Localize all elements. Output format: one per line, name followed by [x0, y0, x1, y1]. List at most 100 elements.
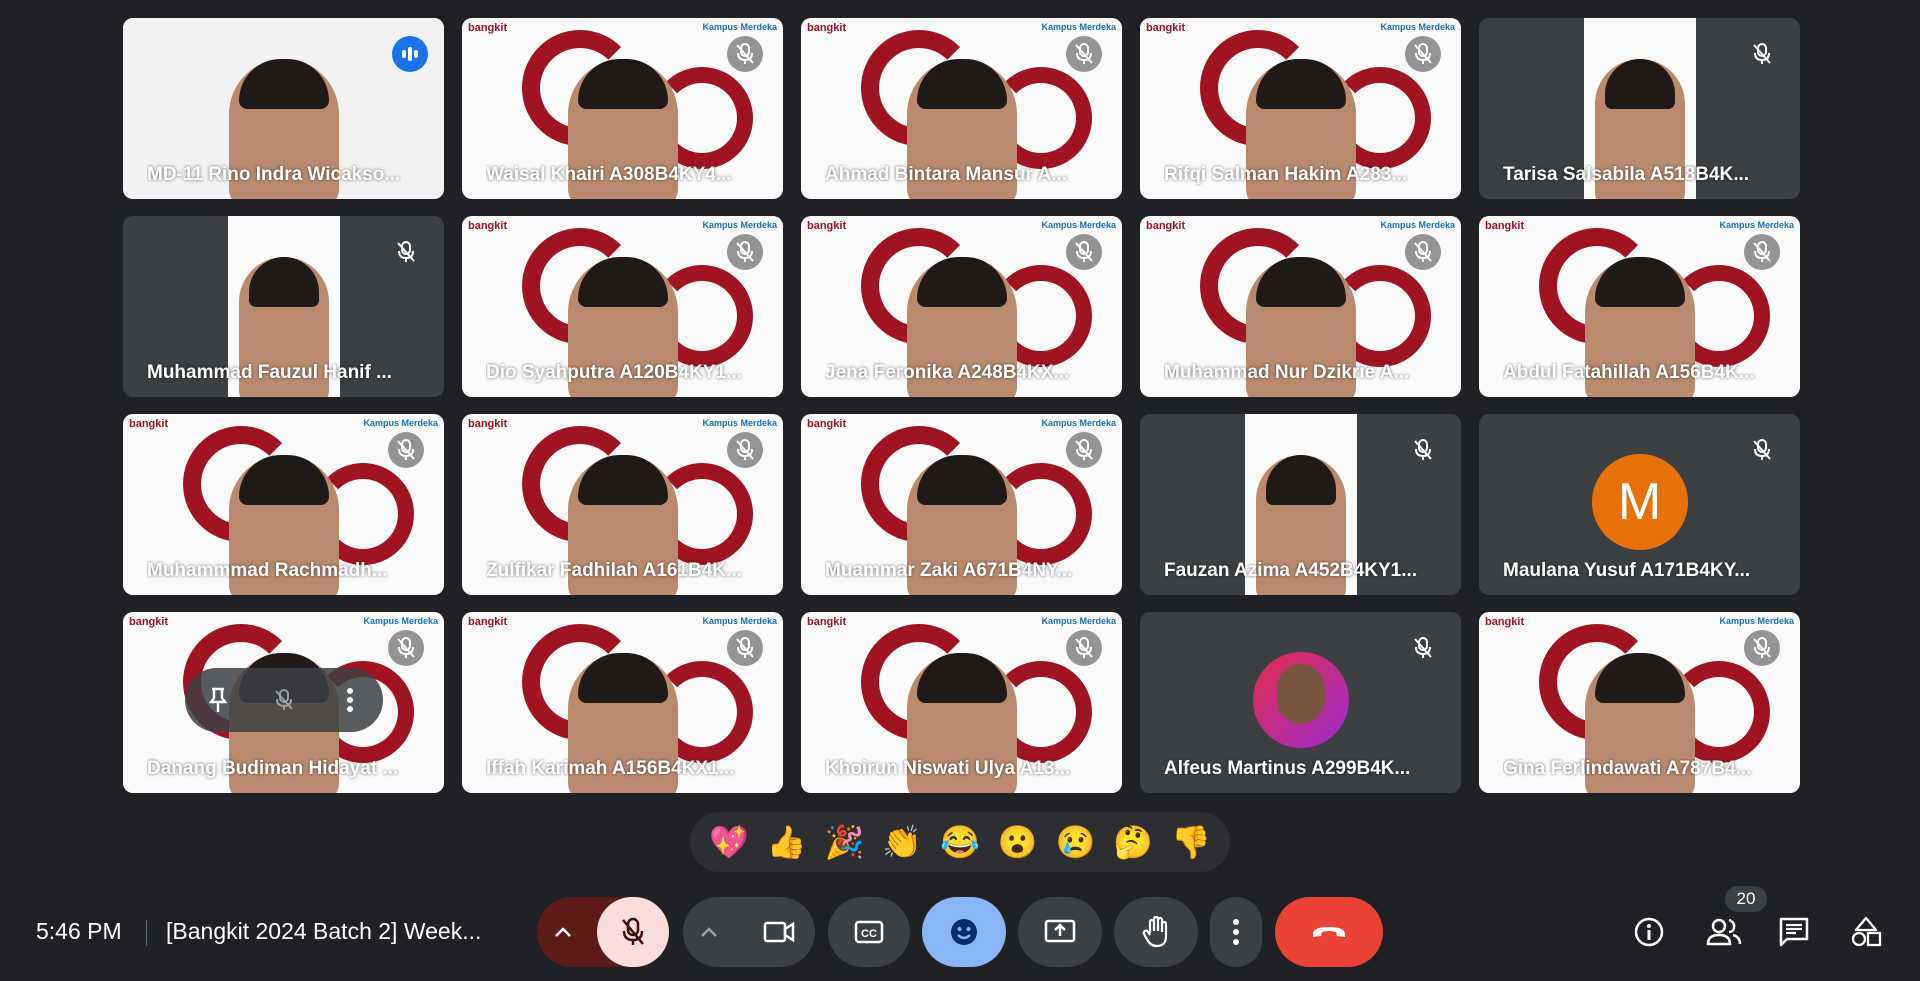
chat-button[interactable]: [1774, 912, 1814, 952]
mic-off-icon: [1405, 432, 1441, 468]
participant-tile[interactable]: bangkit Kampus Merdeka Danang Budiman Hida…: [123, 612, 444, 793]
kampus-merdeka-logo: Kampus Merdeka: [1380, 220, 1455, 230]
mute-participant-icon[interactable]: [264, 680, 304, 720]
mic-off-icon: [388, 630, 424, 666]
participant-tile[interactable]: Muhammad Fauzul Hanif ...: [123, 216, 444, 397]
avatar: [1252, 652, 1349, 748]
participant-name: Muammar Zaki A671B4NY...: [825, 560, 1073, 581]
bangkit-logo: bangkit: [807, 418, 847, 430]
participant-tile[interactable]: bangkit Kampus Merdeka Ahmad Bintara Mansu…: [801, 18, 1122, 199]
bangkit-logo: bangkit: [129, 418, 169, 430]
kampus-merdeka-logo: Kampus Merdeka: [1380, 22, 1455, 32]
bangkit-logo: bangkit: [1485, 616, 1525, 628]
reaction-emoji[interactable]: 👏: [877, 823, 927, 861]
tile-hover-controls: [185, 668, 383, 732]
participant-name: Fauzan Azima A452B4KY1...: [1164, 560, 1418, 581]
participant-tile[interactable]: Fauzan Azima A452B4KY1...: [1140, 414, 1461, 595]
participant-tile[interactable]: bangkit Kampus Merdeka Jena Feronika A248B…: [801, 216, 1122, 397]
reaction-emoji[interactable]: 😂: [935, 823, 985, 861]
bangkit-logo: bangkit: [468, 220, 508, 232]
reactions-button[interactable]: [922, 897, 1006, 967]
mic-off-icon: [388, 234, 424, 270]
activities-button[interactable]: [1846, 912, 1886, 952]
kampus-merdeka-logo: Kampus Merdeka: [702, 418, 777, 428]
divider: [146, 920, 147, 946]
kampus-merdeka-logo: Kampus Merdeka: [1719, 616, 1794, 626]
participant-name: Alfeus Martinus A299B4K...: [1164, 758, 1411, 779]
participant-name: Jena Feronika A248B4KX...: [825, 362, 1070, 383]
reaction-emoji[interactable]: 👍: [762, 823, 812, 861]
mic-off-icon: [1405, 630, 1441, 666]
mic-off-icon: [727, 36, 763, 72]
participant-name: Rifqi Salman Hakim A283...: [1164, 164, 1408, 185]
participant-tile[interactable]: bangkit Kampus Merdeka Muammar Zaki A671B4…: [801, 414, 1122, 595]
bangkit-logo: bangkit: [129, 616, 169, 628]
mic-off-icon: [1405, 234, 1441, 270]
reaction-emoji[interactable]: 🎉: [819, 823, 869, 861]
meeting-title[interactable]: [Bangkit 2024 Batch 2] Week...: [166, 918, 481, 945]
bangkit-logo: bangkit: [1146, 22, 1186, 34]
participant-tile[interactable]: bangkit Kampus Merdeka Zulfikar Fadhilah A…: [462, 414, 783, 595]
meeting-details-button[interactable]: [1629, 912, 1669, 952]
camera-toggle-button[interactable]: [743, 897, 815, 967]
camera-options-chevron-icon[interactable]: [697, 920, 721, 944]
hand-icon: [1142, 916, 1168, 948]
mic-off-icon: [388, 432, 424, 468]
mic-off-icon: [1744, 36, 1780, 72]
kampus-merdeka-logo: Kampus Merdeka: [363, 418, 438, 428]
kampus-merdeka-logo: Kampus Merdeka: [1041, 22, 1116, 32]
participant-tile[interactable]: bangkit Kampus Merdeka Khoirun Niswati Uly…: [801, 612, 1122, 793]
people-button[interactable]: [1704, 912, 1744, 952]
kampus-merdeka-logo: Kampus Merdeka: [702, 220, 777, 230]
present-button[interactable]: [1018, 897, 1102, 967]
reaction-emoji[interactable]: 😢: [1050, 823, 1100, 861]
mic-toggle-button[interactable]: [597, 897, 669, 967]
participant-name: Iffah Karimah A156B4KX1...: [486, 758, 735, 779]
reaction-emoji[interactable]: 🤔: [1108, 823, 1158, 861]
participant-name: Muhammad Fauzul Hanif ...: [147, 362, 392, 383]
closed-captions-icon: CC: [854, 920, 884, 944]
participant-name: Waisal Khairi A308B4KY4...: [486, 164, 732, 185]
raise-hand-button[interactable]: [1114, 897, 1198, 967]
participant-tile[interactable]: Tarisa Salsabila A518B4K...: [1479, 18, 1800, 199]
mic-off-icon: [727, 432, 763, 468]
reaction-emoji[interactable]: 💖: [704, 823, 754, 861]
captions-button[interactable]: CC: [828, 897, 910, 967]
pin-icon[interactable]: [198, 680, 238, 720]
emoji-icon: [951, 919, 977, 945]
kampus-merdeka-logo: Kampus Merdeka: [1041, 616, 1116, 626]
participant-tile[interactable]: Alfeus Martinus A299B4K...: [1140, 612, 1461, 793]
participant-tile[interactable]: bangkit Kampus Merdeka Muhammmad Rachmadh.…: [123, 414, 444, 595]
mic-off-icon: [1744, 234, 1780, 270]
mic-off-icon: [1066, 630, 1102, 666]
participant-tile[interactable]: bangkit Kampus Merdeka Iffah Karimah A156B…: [462, 612, 783, 793]
mic-off-icon: [1744, 630, 1780, 666]
participant-tile[interactable]: bangkit Kampus Merdeka Waisal Khairi A308B…: [462, 18, 783, 199]
participant-tile[interactable]: M Maulana Yusuf A171B4KY...: [1479, 414, 1800, 595]
camera-group: [683, 897, 815, 967]
participant-tile[interactable]: bangkit Kampus Merdeka Gina Ferlindawati A…: [1479, 612, 1800, 793]
leave-call-button[interactable]: [1275, 897, 1383, 967]
reaction-emoji[interactable]: 👎: [1166, 823, 1216, 861]
participant-grid: MD-11 Rino Indra Wicakso... bangkit Kampus…: [123, 18, 1800, 793]
participant-tile[interactable]: bangkit Kampus Merdeka Muhammad Nur Dzikri…: [1140, 216, 1461, 397]
mic-off-icon: [622, 917, 644, 945]
participant-tile[interactable]: bangkit Kampus Merdeka Abdul Fatahillah A1…: [1479, 216, 1800, 397]
participant-tile[interactable]: bangkit Kampus Merdeka Dio Syahputra A120B…: [462, 216, 783, 397]
bangkit-logo: bangkit: [468, 418, 508, 430]
mic-options-chevron-icon[interactable]: [551, 920, 575, 944]
people-icon: [1706, 918, 1742, 946]
more-options-button[interactable]: [1210, 897, 1262, 967]
participant-name: MD-11 Rino Indra Wicakso...: [147, 164, 401, 185]
more-vert-icon[interactable]: [330, 680, 370, 720]
info-icon: [1634, 917, 1664, 947]
reaction-emoji[interactable]: 😮: [993, 823, 1043, 861]
participant-tile[interactable]: MD-11 Rino Indra Wicakso...: [123, 18, 444, 199]
bangkit-logo: bangkit: [1146, 220, 1186, 232]
kampus-merdeka-logo: Kampus Merdeka: [363, 616, 438, 626]
participant-tile[interactable]: bangkit Kampus Merdeka Rifqi Salman Hakim …: [1140, 18, 1461, 199]
bangkit-logo: bangkit: [468, 22, 508, 34]
bangkit-logo: bangkit: [1485, 220, 1525, 232]
kampus-merdeka-logo: Kampus Merdeka: [702, 616, 777, 626]
bangkit-logo: bangkit: [468, 616, 508, 628]
